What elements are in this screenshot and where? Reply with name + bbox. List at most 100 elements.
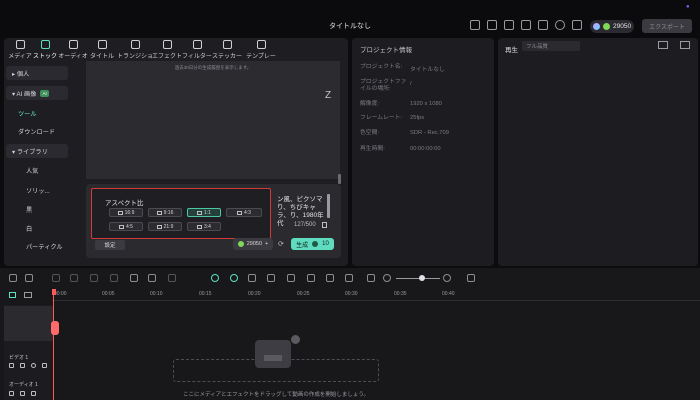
ratio-9-16-button[interactable]: 9:16 xyxy=(148,208,182,217)
undo-icon[interactable] xyxy=(52,274,60,282)
prop-key: プロジェクトファイルの場所: xyxy=(360,79,407,92)
ratio-3-4-button[interactable]: 3:4 xyxy=(187,222,221,231)
redo-icon[interactable] xyxy=(70,274,78,282)
delete-icon[interactable] xyxy=(90,274,98,282)
effect-icon xyxy=(162,40,172,49)
tab-sticker[interactable]: ステッカー xyxy=(212,40,242,60)
quality-select[interactable]: フル品質 xyxy=(522,41,580,51)
settings-button[interactable]: 設定 xyxy=(95,240,125,250)
layers-icon[interactable] xyxy=(367,274,375,282)
ratio-4-5-button[interactable]: 4:5 xyxy=(109,222,143,231)
panel-scrollbar[interactable] xyxy=(338,174,341,184)
image-icon[interactable] xyxy=(658,41,668,49)
sidebar-item-particle[interactable]: パーティクル xyxy=(6,239,68,253)
gift-icon[interactable] xyxy=(470,20,480,30)
shield-icon[interactable] xyxy=(287,274,295,282)
support-icon[interactable] xyxy=(555,20,565,30)
tab-audio[interactable]: オーディオ xyxy=(58,40,88,60)
ratio-icon xyxy=(197,210,203,215)
tick-label: 00:35 xyxy=(394,291,407,297)
sidebar-item-personal[interactable]: ▸ 個人 xyxy=(6,66,68,80)
prop-key: 解像度: xyxy=(360,101,380,107)
eye-icon[interactable] xyxy=(31,363,36,368)
coin-icon xyxy=(312,241,319,247)
lock-icon[interactable] xyxy=(20,363,25,368)
trash-icon[interactable] xyxy=(322,222,327,228)
lock-icon[interactable] xyxy=(20,391,25,396)
tick-label: 00:05 xyxy=(102,291,115,297)
zoom-out-icon[interactable] xyxy=(383,274,391,282)
text-glyph: Z xyxy=(325,90,332,101)
music-icon xyxy=(68,40,78,49)
share-icon[interactable] xyxy=(487,20,497,30)
sidebar-item-white[interactable]: 白 xyxy=(6,221,68,235)
sun-icon[interactable] xyxy=(230,274,238,282)
ratio-21-9-button[interactable]: 21:9 xyxy=(148,222,182,231)
keyframe-icon[interactable] xyxy=(168,274,176,282)
grid-icon[interactable] xyxy=(572,20,582,30)
prop-value: 1920 x 1080 xyxy=(410,101,442,107)
tick-label: 00:10 xyxy=(150,291,163,297)
grid-view-icon[interactable] xyxy=(467,274,475,282)
crop-icon[interactable] xyxy=(148,274,156,282)
window-indicator-icon: ● xyxy=(686,4,690,10)
ai-image-gallery xyxy=(86,61,340,179)
list-icon[interactable] xyxy=(326,274,334,282)
sidebar-item-solid[interactable]: ソリッ... xyxy=(6,183,68,197)
tick-label: 00:15 xyxy=(199,291,212,297)
tab-effect[interactable]: エフェクト xyxy=(152,40,182,60)
prompt-scrollbar[interactable] xyxy=(327,194,330,218)
credit-cost-button[interactable]: 29050 + xyxy=(233,238,273,250)
image-icon[interactable] xyxy=(521,20,531,30)
ai-badge: AI xyxy=(40,89,49,97)
export-button[interactable]: エクスポート xyxy=(642,19,692,33)
text-tool-icon[interactable] xyxy=(130,274,138,282)
prop-value: 00:00:00:00 xyxy=(410,146,441,152)
select-tool-icon[interactable] xyxy=(25,274,33,282)
grid-icon[interactable] xyxy=(680,41,690,49)
tab-stock[interactable]: ストック xyxy=(30,40,60,60)
ratio-1-1-button[interactable]: 1:1 xyxy=(187,208,221,217)
credit-balance[interactable]: 29050 xyxy=(590,20,634,33)
audio-icon[interactable] xyxy=(42,363,47,368)
stock-sidebar: ▸ 個人 ▾ AI 画像 AI ツール ダウンロード ▾ ライブラリ 人気 ソリッ… xyxy=(6,66,68,264)
playhead[interactable] xyxy=(53,290,54,400)
cut-icon[interactable] xyxy=(110,274,118,282)
track-add-icon[interactable] xyxy=(24,292,32,298)
sidebar-item-black[interactable]: 黒 xyxy=(6,202,68,216)
sidebar-item-ai-image[interactable]: ▾ AI 画像 AI xyxy=(6,86,68,100)
notification-icon[interactable] xyxy=(504,20,514,30)
tab-filter[interactable]: フィルター xyxy=(182,40,212,60)
link-icon[interactable] xyxy=(9,292,16,298)
layout-icon[interactable] xyxy=(9,274,17,282)
ratio-icon xyxy=(156,224,162,229)
ratio-4-3-button[interactable]: 4:3 xyxy=(226,208,262,217)
ai-tool-icon[interactable] xyxy=(211,274,219,282)
cloud-icon[interactable] xyxy=(538,20,548,30)
screen-icon[interactable] xyxy=(267,274,275,282)
add-icon xyxy=(291,335,300,344)
ratio-icon xyxy=(156,210,162,215)
marker-icon[interactable] xyxy=(248,274,256,282)
generate-button[interactable]: 生成 10 xyxy=(291,238,334,250)
tab-title[interactable]: タイトル xyxy=(87,40,117,60)
sidebar-item-tools[interactable]: ツール xyxy=(6,106,68,120)
zoom-slider[interactable] xyxy=(396,278,440,279)
zoom-in-icon[interactable] xyxy=(443,274,451,282)
audio-icon[interactable] xyxy=(31,391,36,396)
sidebar-item-library[interactable]: ▾ ライブラリ xyxy=(6,144,68,158)
sidebar-item-download[interactable]: ダウンロード xyxy=(6,124,68,138)
video-track-label: ビデオ 1 xyxy=(9,355,29,361)
snapshot-icon[interactable] xyxy=(345,274,353,282)
sidebar-item-popular[interactable]: 人気 xyxy=(6,163,68,177)
zoom-slider-handle[interactable] xyxy=(419,275,425,281)
mic-icon[interactable] xyxy=(307,274,315,282)
prop-key: プロジェクト名: xyxy=(360,64,403,70)
refresh-icon[interactable]: ⟳ xyxy=(278,240,284,248)
prop-value: タイトルなし xyxy=(410,67,445,73)
mountain-icon xyxy=(264,349,282,361)
playhead-handle[interactable] xyxy=(51,321,59,335)
playhead-marker[interactable] xyxy=(52,289,56,295)
ratio-16-9-button[interactable]: 16:9 xyxy=(109,208,143,217)
music-icon xyxy=(9,391,14,396)
